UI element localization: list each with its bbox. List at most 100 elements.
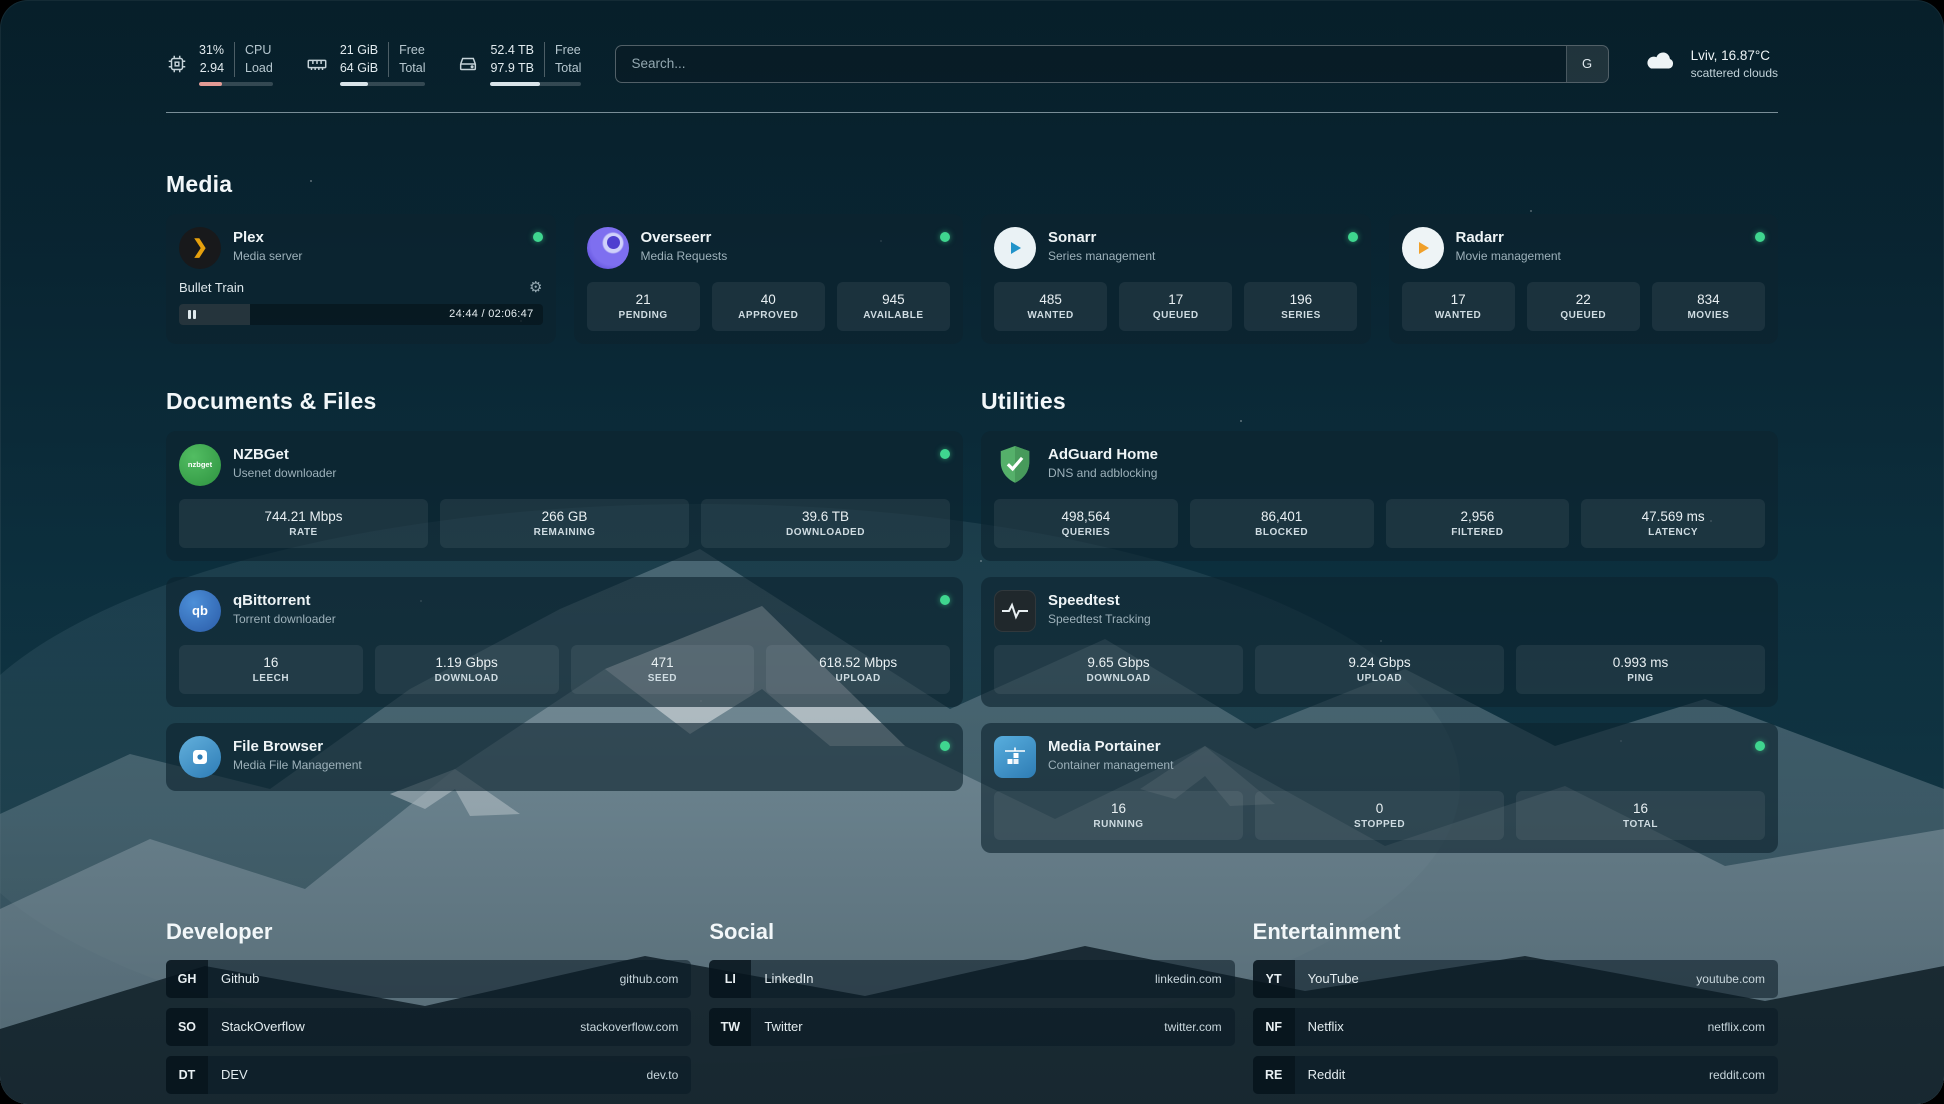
ram-icon xyxy=(305,53,329,75)
disk-total-value: 97.9 TB xyxy=(490,60,534,77)
adguard-desc: DNS and adblocking xyxy=(1048,466,1158,480)
adguard-card[interactable]: AdGuard Home DNS and adblocking 498,564Q… xyxy=(981,431,1778,561)
pause-icon[interactable] xyxy=(188,310,196,319)
portainer-card[interactable]: Media Portainer Container management 16R… xyxy=(981,723,1778,853)
bookmark-youtube[interactable]: YT YouTube youtube.com xyxy=(1253,960,1778,998)
ram-total-label: Total xyxy=(399,60,425,77)
search-provider-button[interactable]: G xyxy=(1566,46,1608,82)
weather-widget: Lviv, 16.87°C scattered clouds xyxy=(1643,48,1778,80)
sonarr-icon xyxy=(994,227,1036,269)
qbittorrent-card[interactable]: qb qBittorrent Torrent downloader 16LEEC… xyxy=(166,577,963,707)
radarr-card[interactable]: Radarr Movie management 17WANTED 22QUEUE… xyxy=(1389,214,1779,344)
nzbget-stat-remaining: 266 GBREMAINING xyxy=(440,499,689,548)
linkedin-icon: LI xyxy=(709,960,751,998)
portainer-status-dot xyxy=(1755,741,1765,751)
youtube-icon: YT xyxy=(1253,960,1295,998)
cpu-load-value: 2.94 xyxy=(200,60,224,77)
sonarr-name: Sonarr xyxy=(1048,229,1155,246)
portainer-icon xyxy=(994,736,1036,778)
bookmark-group-entertainment: Entertainment YT YouTube youtube.com NF … xyxy=(1253,919,1778,1094)
sonarr-stat-wanted: 485WANTED xyxy=(994,282,1107,331)
gear-icon[interactable]: ⚙ xyxy=(529,280,542,295)
dashboard-window: 31% 2.94 CPU Load xyxy=(0,0,1944,1104)
filebrowser-name: File Browser xyxy=(233,738,362,755)
qbittorrent-desc: Torrent downloader xyxy=(233,612,336,626)
qbittorrent-stat-leech: 16LEECH xyxy=(179,645,363,694)
search-bar: G xyxy=(615,45,1608,83)
adguard-stat-latency: 47.569 msLATENCY xyxy=(1581,499,1765,548)
portainer-stat-stopped: 0STOPPED xyxy=(1255,791,1504,840)
bookmark-group-social: Social LI LinkedIn linkedin.com TW Twitt… xyxy=(709,919,1234,1094)
social-title: Social xyxy=(709,919,1234,945)
nzbget-stat-rate: 744.21 MbpsRATE xyxy=(179,499,428,548)
plex-card[interactable]: ❯ Plex Media server Bullet Train ⚙ xyxy=(166,214,556,344)
overseerr-card[interactable]: Overseerr Media Requests 21PENDING 40APP… xyxy=(574,214,964,344)
radarr-icon xyxy=(1402,227,1444,269)
github-icon: GH xyxy=(166,960,208,998)
nzbget-card[interactable]: nzbget NZBGet Usenet downloader 744.21 M… xyxy=(166,431,963,561)
documents-section-title: Documents & Files xyxy=(166,388,963,415)
filebrowser-icon xyxy=(179,736,221,778)
netflix-icon: NF xyxy=(1253,1008,1295,1046)
bookmark-stackoverflow[interactable]: SO StackOverflow stackoverflow.com xyxy=(166,1008,691,1046)
media-section-title: Media xyxy=(166,171,1778,198)
sonarr-card[interactable]: Sonarr Series management 485WANTED 17QUE… xyxy=(981,214,1371,344)
weather-condition: scattered clouds xyxy=(1691,66,1778,80)
sonarr-desc: Series management xyxy=(1048,249,1155,263)
developer-title: Developer xyxy=(166,919,691,945)
entertainment-title: Entertainment xyxy=(1253,919,1778,945)
bookmark-linkedin[interactable]: LI LinkedIn linkedin.com xyxy=(709,960,1234,998)
qbittorrent-stat-upload: 618.52 MbpsUPLOAD xyxy=(766,645,950,694)
plex-playback-time: 24:44 / 02:06:47 xyxy=(449,308,533,320)
nzbget-desc: Usenet downloader xyxy=(233,466,336,480)
bookmark-group-developer: Developer GH Github github.com SO StackO… xyxy=(166,919,691,1094)
radarr-desc: Movie management xyxy=(1456,249,1561,263)
overseerr-stat-pending: 21PENDING xyxy=(587,282,700,331)
overseerr-stat-approved: 40APPROVED xyxy=(712,282,825,331)
nzbget-icon: nzbget xyxy=(179,444,221,486)
speedtest-stat-ping: 0.993 msPING xyxy=(1516,645,1765,694)
ram-progress-bar xyxy=(340,82,426,86)
disk-icon xyxy=(457,53,479,75)
speedtest-name: Speedtest xyxy=(1048,592,1151,609)
bookmark-netflix[interactable]: NF Netflix netflix.com xyxy=(1253,1008,1778,1046)
bookmark-twitter[interactable]: TW Twitter twitter.com xyxy=(709,1008,1234,1046)
cpu-metric: 31% 2.94 CPU Load xyxy=(166,42,273,86)
section-utilities: Utilities xyxy=(981,388,1778,853)
speedtest-desc: Speedtest Tracking xyxy=(1048,612,1151,626)
adguard-stat-filtered: 2,956FILTERED xyxy=(1386,499,1570,548)
bookmark-reddit[interactable]: RE Reddit reddit.com xyxy=(1253,1056,1778,1094)
plex-icon: ❯ xyxy=(179,227,221,269)
qbittorrent-status-dot xyxy=(940,595,950,605)
utilities-section-title: Utilities xyxy=(981,388,1778,415)
radarr-stat-movies: 834MOVIES xyxy=(1652,282,1765,331)
twitter-icon: TW xyxy=(709,1008,751,1046)
search-input[interactable] xyxy=(616,46,1565,82)
qbittorrent-icon: qb xyxy=(179,590,221,632)
disk-total-label: Total xyxy=(555,60,581,77)
plex-player-bar[interactable]: 24:44 / 02:06:47 xyxy=(179,304,543,325)
section-documents: Documents & Files nzbget NZBGet Usenet d… xyxy=(166,388,963,791)
speedtest-stat-upload: 9.24 GbpsUPLOAD xyxy=(1255,645,1504,694)
cpu-progress-bar xyxy=(199,82,273,86)
speedtest-card[interactable]: Speedtest Speedtest Tracking 9.65 GbpsDO… xyxy=(981,577,1778,707)
plex-status-dot xyxy=(533,232,543,242)
disk-free-label: Free xyxy=(555,42,581,59)
cpu-icon xyxy=(166,53,188,75)
portainer-desc: Container management xyxy=(1048,758,1173,772)
overseerr-status-dot xyxy=(940,232,950,242)
qbittorrent-stat-download: 1.19 GbpsDOWNLOAD xyxy=(375,645,559,694)
nzbget-stat-downloaded: 39.6 TBDOWNLOADED xyxy=(701,499,950,548)
cpu-usage-value: 31% xyxy=(199,42,224,59)
filebrowser-card[interactable]: File Browser Media File Management xyxy=(166,723,963,791)
disk-free-value: 52.4 TB xyxy=(490,42,534,59)
cpu-usage-label: CPU xyxy=(245,42,273,59)
bookmark-github[interactable]: GH Github github.com xyxy=(166,960,691,998)
adguard-stat-queries: 498,564QUERIES xyxy=(994,499,1178,548)
radarr-name: Radarr xyxy=(1456,229,1561,246)
plex-now-playing: Bullet Train xyxy=(179,280,244,295)
radarr-status-dot xyxy=(1755,232,1765,242)
bookmark-dev[interactable]: DT DEV dev.to xyxy=(166,1056,691,1094)
plex-name: Plex xyxy=(233,229,302,246)
plex-desc: Media server xyxy=(233,249,302,263)
